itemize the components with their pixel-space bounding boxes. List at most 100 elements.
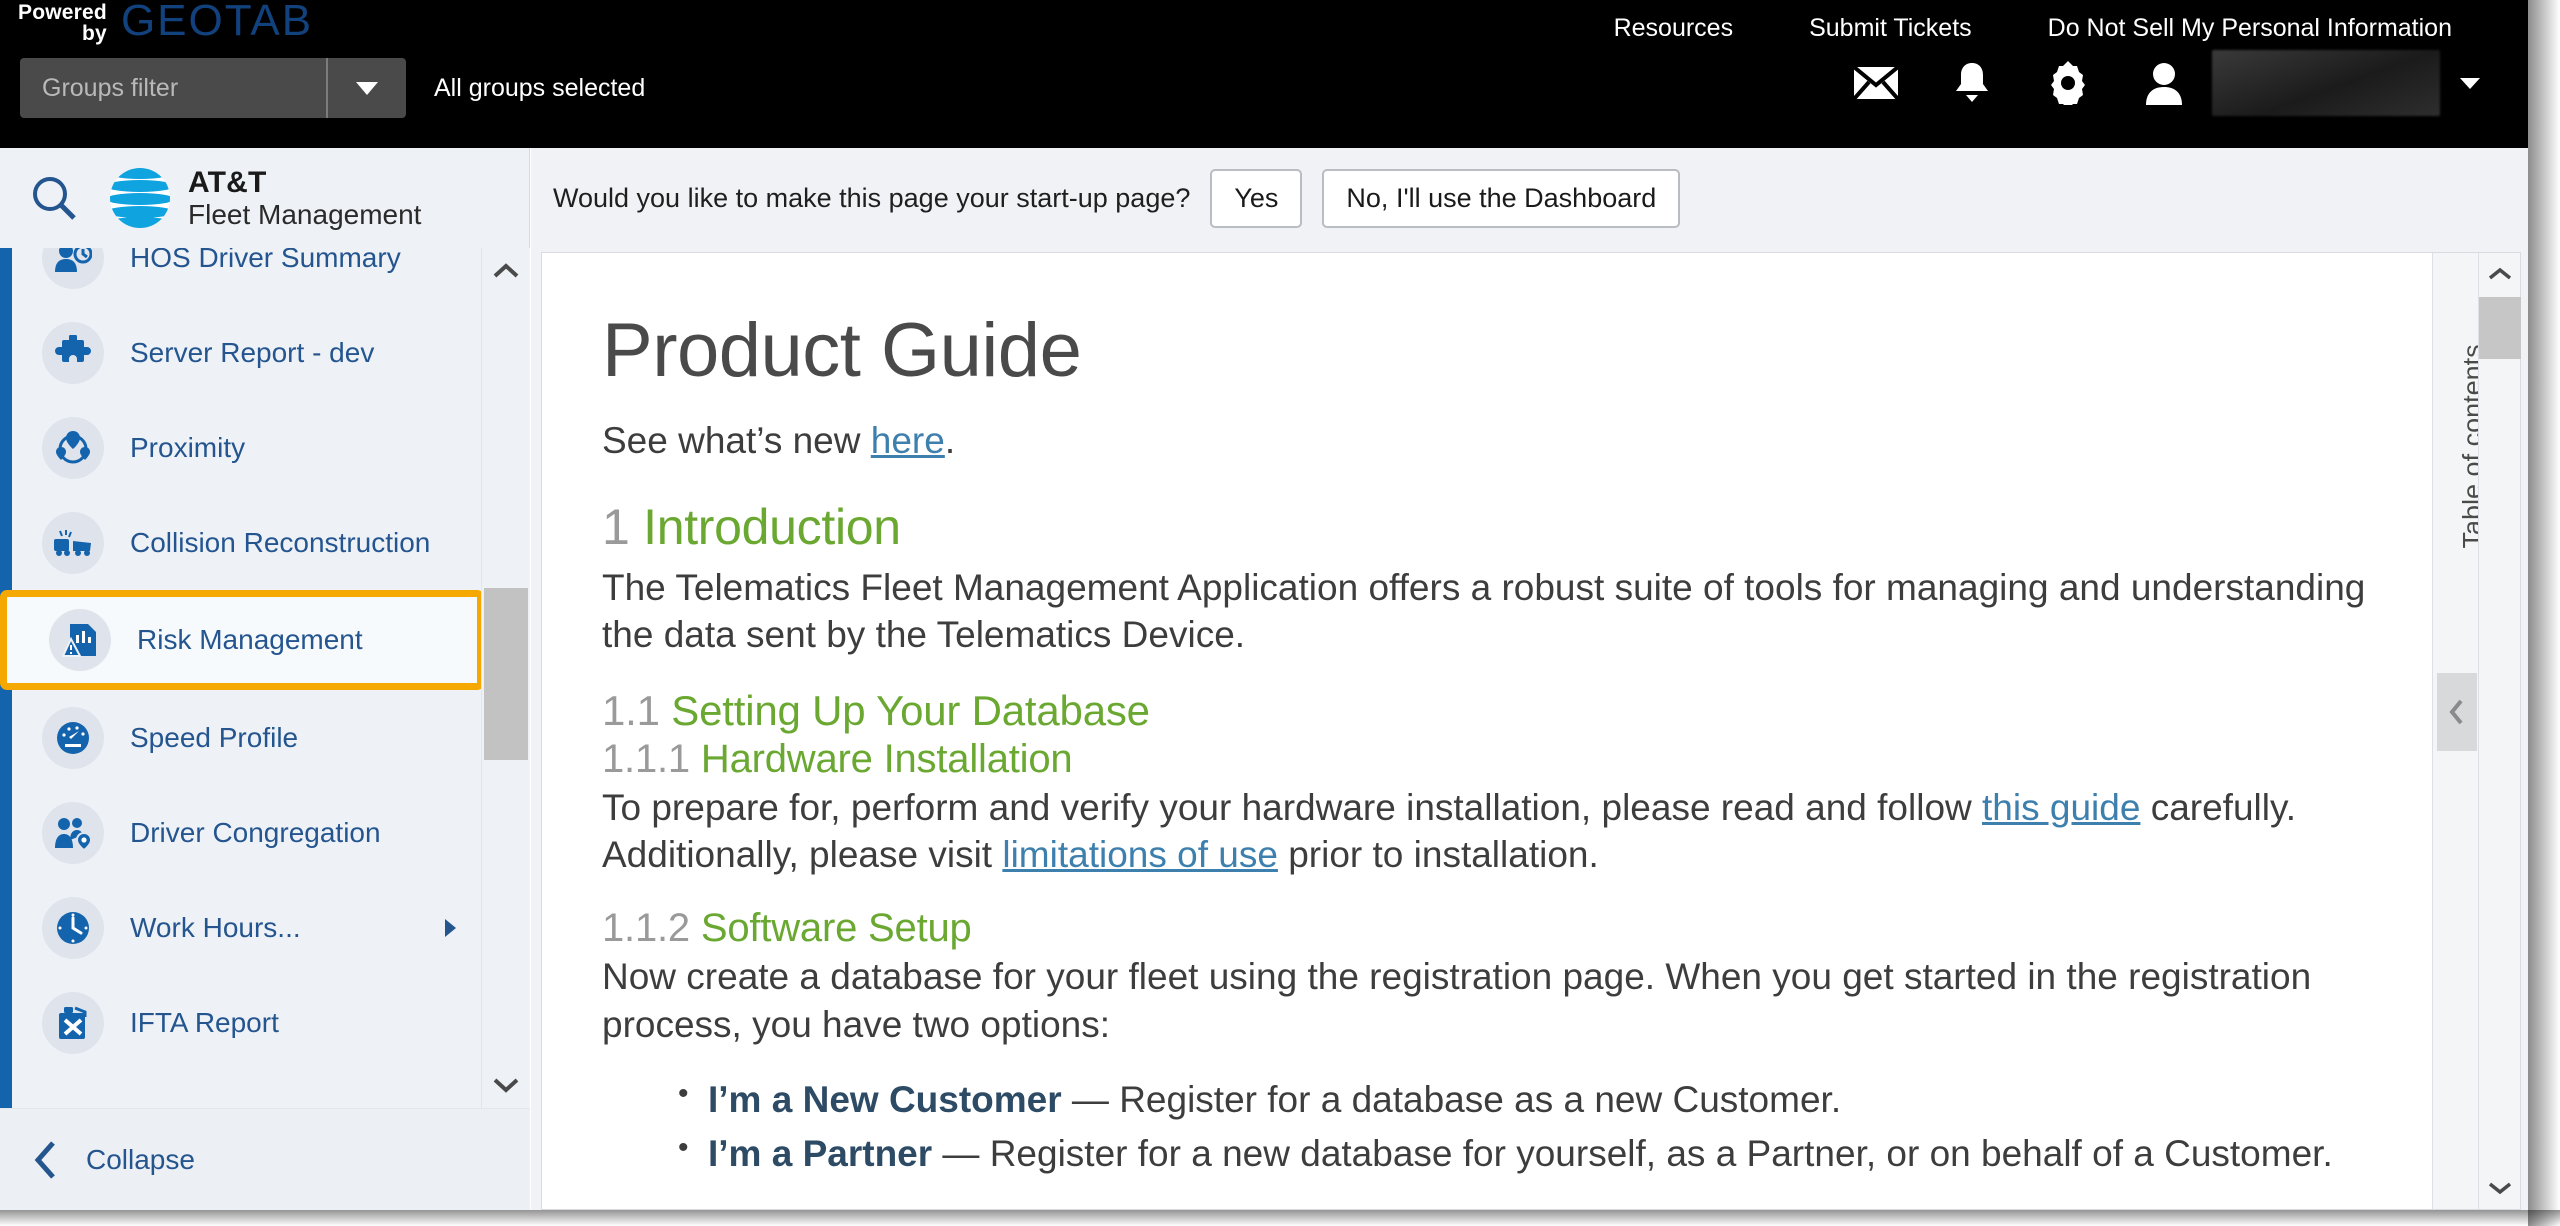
chevron-down-icon — [2488, 1182, 2512, 1195]
geotab-brand: Powered by GEOTAB — [18, 0, 313, 44]
this-guide-link[interactable]: this guide — [1982, 787, 2140, 828]
sidebar-item-proximity[interactable]: Proximity — [12, 400, 470, 495]
option-label: I’m a Partner — [708, 1133, 933, 1175]
clock-icon — [42, 896, 104, 959]
see-whats-new-suffix: . — [944, 420, 956, 461]
hw-text-c: prior to installation. — [1277, 834, 1599, 876]
scrollbar-thumb[interactable] — [484, 588, 528, 760]
chevron-up-icon — [2488, 267, 2512, 280]
user-name-redacted — [2212, 50, 2440, 116]
groups-filter-dropdown-button[interactable] — [326, 58, 406, 118]
chevron-down-icon — [493, 1078, 519, 1093]
person-icon[interactable] — [2116, 50, 2212, 116]
chevron-down-icon — [356, 81, 378, 95]
sidebar-item-label: HOS Driver Summary — [130, 248, 401, 273]
sidebar-item-speed-profile[interactable]: Speed Profile — [12, 690, 470, 785]
sidebar-item-label: Work Hours... — [130, 911, 301, 943]
chevron-left-icon — [2449, 699, 2463, 725]
bell-icon[interactable] — [1924, 50, 2020, 116]
whats-new-link[interactable]: here — [871, 420, 945, 461]
chevron-down-icon — [2460, 77, 2480, 89]
groups-filter-row: Groups filter All groups selected — [20, 58, 645, 118]
sidebar-item-driver-congregation[interactable]: Driver Congregation — [12, 785, 470, 880]
sidebar-item-hos-driver-summary[interactable]: HOS Driver Summary — [12, 248, 470, 305]
section-title: Introduction — [643, 499, 901, 555]
sidebar-menu-list: HOS Driver Summary Server Report - dev P… — [0, 248, 484, 1070]
groups-filter-input[interactable]: Groups filter — [20, 58, 326, 118]
hardware-installation-paragraph: To prepare for, perform and verify your … — [602, 784, 2382, 879]
mail-icon[interactable] — [1828, 50, 1924, 116]
section-heading-introduction: 1 Introduction — [602, 498, 2382, 556]
gear-icon[interactable] — [2020, 50, 2116, 116]
option-description: — Register for a new database for yourse… — [932, 1133, 2333, 1175]
sidebar-item-label: Server Report - dev — [130, 336, 375, 368]
sidebar-item-collision-reconstruction[interactable]: Collision Reconstruction — [12, 495, 470, 590]
driver-congregation-icon — [42, 801, 104, 864]
sidebar-item-risk-management[interactable]: Risk Management — [0, 590, 484, 690]
sidebar-item-ifta-report[interactable]: IFTA Report — [12, 975, 470, 1070]
section-title: Setting Up Your Database — [671, 686, 1150, 734]
scroll-down-button[interactable] — [482, 1062, 530, 1108]
section-number: 1 — [602, 499, 630, 555]
sidebar-scrollbar[interactable] — [481, 248, 529, 1108]
doc-scroll-down-button[interactable] — [2479, 1167, 2521, 1209]
user-menu-button[interactable] — [2440, 50, 2500, 116]
sidebar-item-label: Proximity — [130, 431, 246, 463]
risk-management-icon — [49, 609, 111, 671]
sidebar-menu: HOS Driver Summary Server Report - dev P… — [0, 248, 530, 1108]
startup-prompt-question: Would you like to make this page your st… — [553, 182, 1191, 213]
toc-label-column: Table of contents — [2433, 253, 2488, 1209]
table-of-contents-rail[interactable]: Table of contents — [2432, 253, 2521, 1209]
startup-no-button[interactable]: No, I'll use the Dashboard — [1322, 168, 1681, 228]
section-number: 1.1.1 — [602, 736, 690, 781]
document-content: Product Guide See what’s new here. 1 Int… — [542, 253, 2382, 1178]
see-whats-new-prefix: See what’s new — [602, 420, 871, 461]
see-whats-new-line: See what’s new here. — [602, 420, 2382, 462]
left-sidebar: AT&T Fleet Management HOS Driver Summary — [0, 148, 530, 1210]
registration-options-list: I’m a New Customer — Register for a data… — [678, 1074, 2382, 1178]
section-title: Software Setup — [700, 906, 972, 951]
fuel-can-icon — [42, 991, 104, 1054]
puzzle-piece-icon — [42, 321, 104, 384]
section-title: Hardware Installation — [700, 736, 1073, 781]
document-scrollbar[interactable] — [2478, 253, 2521, 1209]
nav-link-do-not-sell[interactable]: Do Not Sell My Personal Information — [2010, 14, 2490, 43]
introduction-paragraph: The Telematics Fleet Management Applicat… — [602, 567, 2366, 656]
search-button[interactable] — [0, 148, 108, 248]
att-fleet-brand: AT&T Fleet Management — [108, 166, 421, 231]
chevron-left-icon — [34, 1140, 55, 1179]
brand-line-att: AT&T — [188, 165, 267, 199]
limitations-of-use-link[interactable]: limitations of use — [1002, 834, 1278, 875]
sidebar-item-label: Driver Congregation — [130, 816, 381, 848]
software-setup-paragraph: Now create a database for your fleet usi… — [602, 956, 2312, 1045]
geotab-wordmark: GEOTAB — [120, 0, 314, 45]
list-item: I’m a Partner — Register for a new datab… — [678, 1128, 2382, 1178]
powered-by-line2: by — [82, 22, 107, 45]
proximity-icon — [42, 416, 104, 479]
startup-yes-button[interactable]: Yes — [1210, 168, 1303, 228]
hos-driver-summary-icon — [42, 248, 104, 289]
toc-expand-button[interactable] — [2437, 673, 2477, 751]
option-label: I’m a New Customer — [708, 1079, 1062, 1121]
scroll-up-button[interactable] — [482, 248, 530, 294]
hw-text-a: To prepare for, perform and verify your … — [602, 786, 1983, 828]
nav-link-submit-tickets[interactable]: Submit Tickets — [1771, 14, 2010, 43]
sidebar-item-label: Speed Profile — [130, 721, 299, 753]
brand-line-fleet-management: Fleet Management — [188, 199, 422, 231]
sidebar-item-server-report-dev[interactable]: Server Report - dev — [12, 305, 470, 400]
doc-scroll-up-button[interactable] — [2479, 253, 2521, 295]
collapse-label: Collapse — [86, 1143, 195, 1175]
window-right-shadow — [2528, 0, 2560, 1226]
sidebar-item-work-hours[interactable]: Work Hours... — [12, 880, 470, 975]
main-content-area: Would you like to make this page your st… — [531, 148, 2528, 1210]
window-bottom-shadow — [0, 1210, 2560, 1226]
groups-filter[interactable]: Groups filter — [20, 58, 406, 118]
powered-by-label: Powered by — [18, 0, 107, 44]
section-heading-software-setup: 1.1.2 Software Setup — [602, 906, 2382, 951]
sidebar-item-label: Risk Management — [137, 624, 363, 655]
scrollbar-thumb[interactable] — [2479, 297, 2521, 359]
nav-link-resources[interactable]: Resources — [1576, 14, 1772, 43]
page-title: Product Guide — [602, 308, 1082, 393]
collapse-sidebar-button[interactable]: Collapse — [0, 1108, 530, 1210]
sidebar-item-label: Collision Reconstruction — [130, 526, 431, 558]
